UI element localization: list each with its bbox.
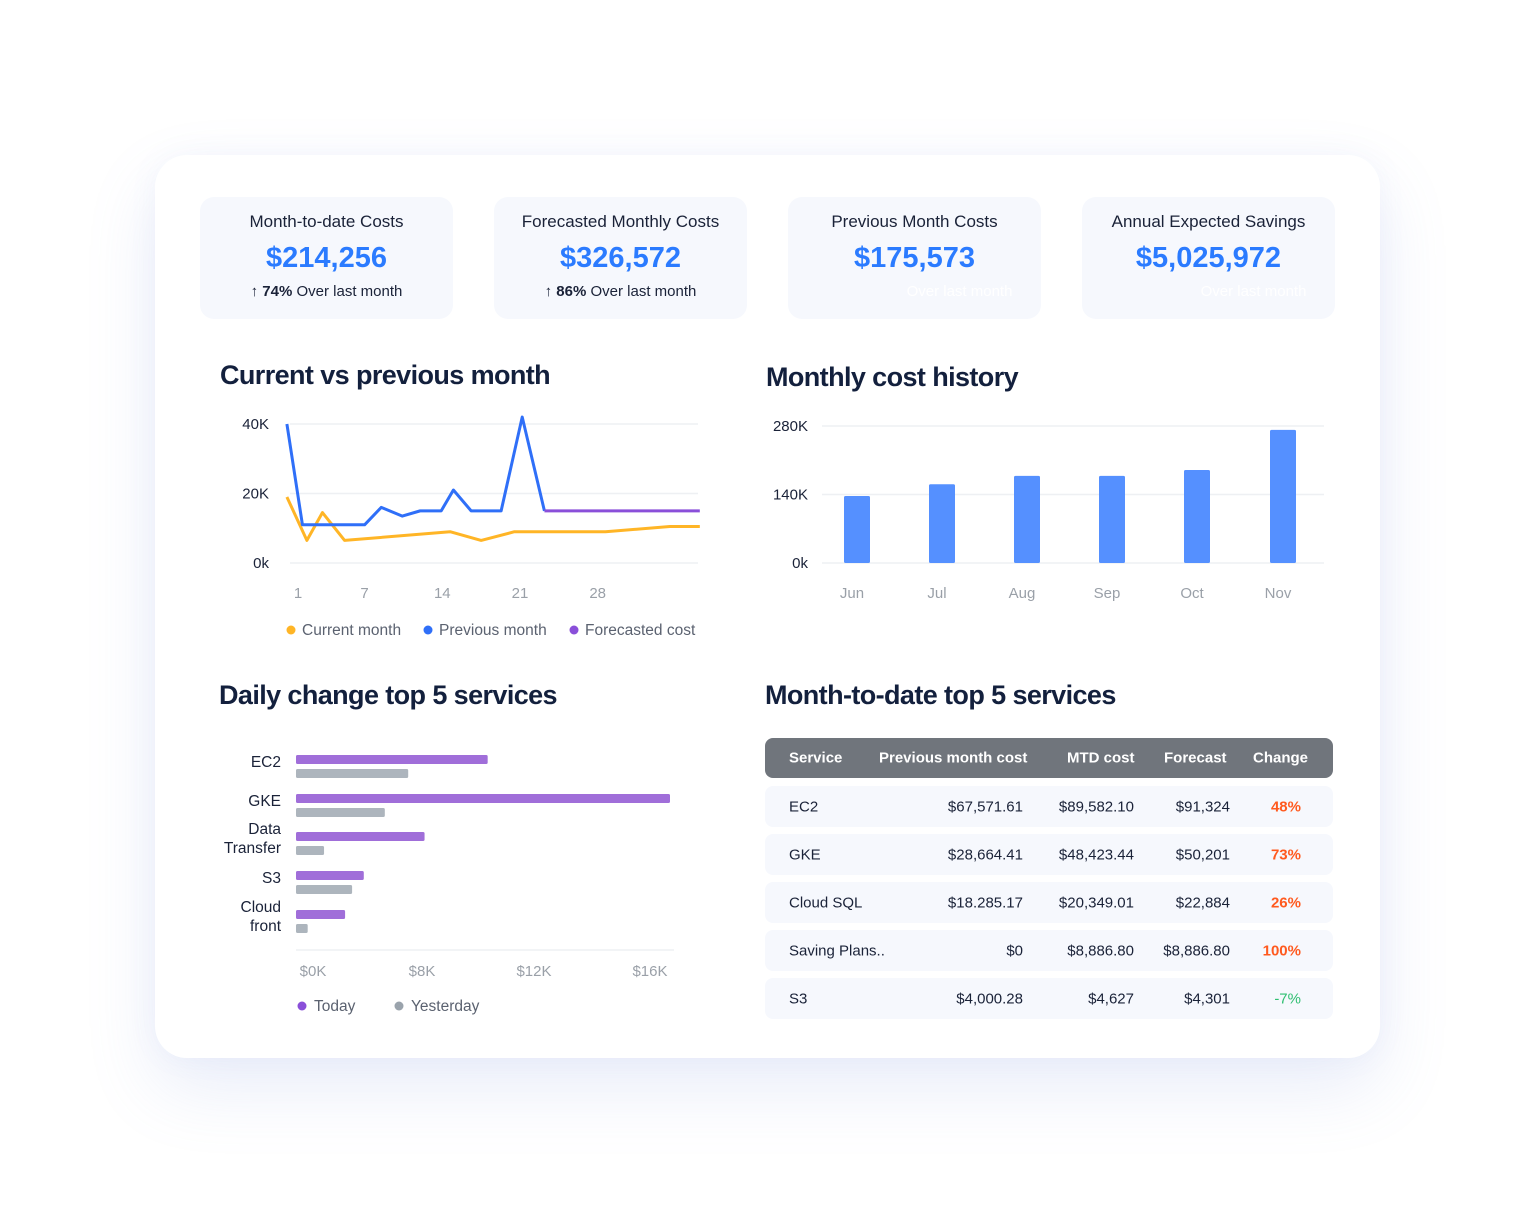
- bar-today: [296, 832, 425, 841]
- x-tick-label: Jul: [927, 585, 946, 602]
- legend-dot: [569, 625, 579, 635]
- x-tick-label: $0K: [300, 963, 327, 980]
- bar-today: [296, 910, 346, 919]
- legend-label: Forecasted cost: [585, 622, 696, 639]
- x-tick-label: 7: [360, 585, 368, 602]
- cell-prev: $4,000.28: [956, 990, 1023, 1007]
- legend-label: Current month: [302, 622, 401, 639]
- bar-nov: [1270, 429, 1296, 563]
- cell-forecast: $22,884: [1175, 894, 1230, 911]
- x-tick-label: $12K: [516, 963, 551, 980]
- cell-mtd: $89,582.10: [1058, 798, 1134, 815]
- table-row[interactable]: Saving Plans.. $0 $8,886.80 $8,886.80 100%: [765, 930, 1333, 971]
- cell-prev: $0: [1006, 942, 1023, 959]
- category-label: GKE: [248, 793, 281, 810]
- legend-label: Yesterday: [411, 998, 480, 1015]
- y-tick-label: 0k: [792, 555, 808, 572]
- bar-today: [296, 794, 670, 803]
- legend-dot: [423, 625, 433, 635]
- cell-change: 73%: [1270, 846, 1301, 863]
- cell-change: 48%: [1270, 798, 1301, 815]
- y-tick-label: 40K: [242, 416, 269, 433]
- cell-prev: $28,664.41: [947, 846, 1023, 863]
- y-tick-label: 0k: [253, 555, 269, 572]
- cell-service: EC2: [789, 798, 819, 815]
- bar-sep: [1099, 475, 1125, 563]
- cell-service: Cloud SQL: [789, 894, 863, 911]
- x-tick-label: Nov: [1265, 585, 1292, 602]
- cell-service: Saving Plans..: [789, 942, 885, 959]
- cell-prev: $67,571.61: [947, 798, 1023, 815]
- legend-label: Today: [314, 998, 356, 1015]
- cell-mtd: $48,423.44: [1058, 846, 1134, 863]
- bar-oct: [1184, 470, 1210, 563]
- series-line-current-month: [285, 496, 700, 542]
- table-row[interactable]: S3 $4,000.28 $4,627 $4,301 -7%: [765, 978, 1333, 1019]
- category-label: Transfer: [224, 840, 281, 857]
- bar-yesterday: [296, 769, 409, 778]
- legend-label: Previous month: [439, 622, 547, 639]
- x-tick-label: Oct: [1180, 585, 1204, 602]
- category-label: S3: [262, 870, 281, 887]
- table-row[interactable]: GKE $28,664.41 $48,423.44 $50,201 73%: [765, 834, 1333, 875]
- bar-yesterday: [296, 846, 325, 855]
- header-change: Change: [1253, 749, 1309, 767]
- category-label: Cloud: [241, 899, 282, 916]
- charts-canvas: 0k 20K 40K 1 7 14 21 28 Current month Previous mo…: [224, 415, 1324, 1015]
- cell-forecast: $50,201: [1175, 846, 1230, 863]
- cell-change: 100%: [1262, 942, 1301, 959]
- category-label: front: [250, 918, 282, 935]
- cell-forecast: $8,886.80: [1163, 942, 1230, 959]
- cell-mtd: $8,886.80: [1067, 942, 1134, 959]
- bar-jul: [929, 484, 955, 563]
- x-tick-label: Jun: [840, 585, 864, 602]
- header-service: Service: [789, 749, 843, 767]
- cell-forecast: $91,324: [1175, 798, 1230, 815]
- x-tick-label: 14: [434, 585, 451, 602]
- table-row[interactable]: Cloud SQL $18.285.17 $20,349.01 $22,884 26%: [765, 882, 1333, 923]
- cell-change: 26%: [1270, 894, 1301, 911]
- legend-dot: [394, 1001, 404, 1011]
- bar-yesterday: [296, 924, 308, 933]
- legend-dot: [297, 1001, 307, 1011]
- x-tick-label: Aug: [1009, 585, 1036, 602]
- x-tick-label: 21: [512, 585, 529, 602]
- y-tick-label: 280K: [773, 418, 808, 435]
- bar-today: [296, 755, 488, 764]
- x-tick-label: Sep: [1094, 585, 1121, 602]
- header-forecast: Forecast: [1164, 749, 1227, 767]
- cell-service: GKE: [789, 846, 821, 863]
- x-tick-label: $8K: [409, 963, 436, 980]
- bar-yesterday: [296, 885, 353, 894]
- cell-mtd: $4,627: [1088, 990, 1134, 1007]
- bar-jun: [844, 495, 870, 563]
- table-header: Service Previous month cost MTD cost For…: [765, 738, 1333, 778]
- cell-forecast: $4,301: [1184, 990, 1230, 1007]
- category-label: EC2: [251, 754, 281, 771]
- x-tick-label: 1: [294, 585, 302, 602]
- bar-aug: [1014, 475, 1040, 563]
- legend-dot: [286, 625, 296, 635]
- table-row[interactable]: EC2 $67,571.61 $89,582.10 $91,324 48%: [765, 786, 1333, 827]
- cell-service: S3: [789, 990, 808, 1007]
- cell-mtd: $20,349.01: [1058, 894, 1134, 911]
- x-tick-label: $16K: [632, 963, 667, 980]
- header-prev-cost: Previous month cost: [879, 749, 1028, 767]
- cell-prev: $18.285.17: [947, 894, 1023, 911]
- x-tick-label: 28: [589, 585, 606, 602]
- y-tick-label: 140K: [773, 487, 808, 504]
- bar-yesterday: [296, 808, 385, 817]
- category-label: Data: [248, 821, 281, 838]
- bar-today: [296, 871, 364, 880]
- y-tick-label: 20K: [242, 486, 269, 503]
- header-mtd-cost: MTD cost: [1067, 749, 1135, 767]
- cell-change: -7%: [1274, 990, 1301, 1007]
- series-line-previous-month: [285, 415, 546, 527]
